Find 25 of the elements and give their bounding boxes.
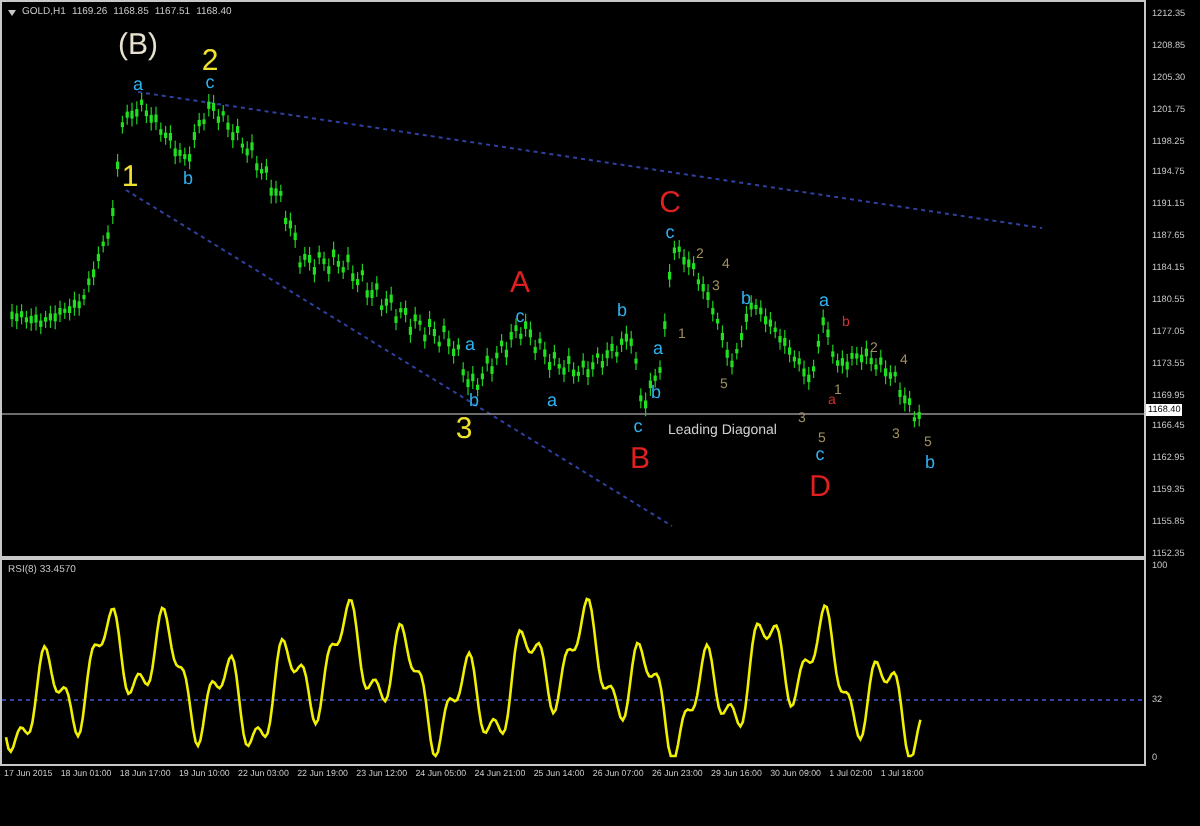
wave-label: a [465, 334, 475, 354]
wave-label: b [183, 168, 193, 188]
wave-label: b [741, 288, 751, 308]
wave-label: a [819, 290, 829, 310]
wave-label: a [133, 74, 143, 94]
triangle-icon[interactable] [8, 9, 16, 15]
wave-label: b [617, 300, 627, 320]
wave-label: c [633, 416, 643, 436]
wave-label: A [510, 266, 530, 300]
wave-label: C [659, 186, 681, 220]
wave-label: c [205, 72, 215, 92]
wave-label: 3 [455, 412, 473, 446]
wave-label: c [815, 444, 825, 464]
wave-label: a [653, 338, 663, 358]
wave-label: (B) [118, 28, 158, 62]
wave-label: b [651, 382, 661, 402]
wave-label: B [630, 442, 650, 476]
wave-label: 2 [201, 44, 219, 78]
wave-label: D [809, 470, 831, 504]
wave-label: a [547, 390, 557, 410]
wave-label: b [925, 452, 935, 472]
wave-label: 1 [121, 160, 139, 194]
wave-label: b [469, 390, 479, 410]
wave-label: c [665, 222, 675, 242]
wave-label: c [515, 306, 525, 326]
